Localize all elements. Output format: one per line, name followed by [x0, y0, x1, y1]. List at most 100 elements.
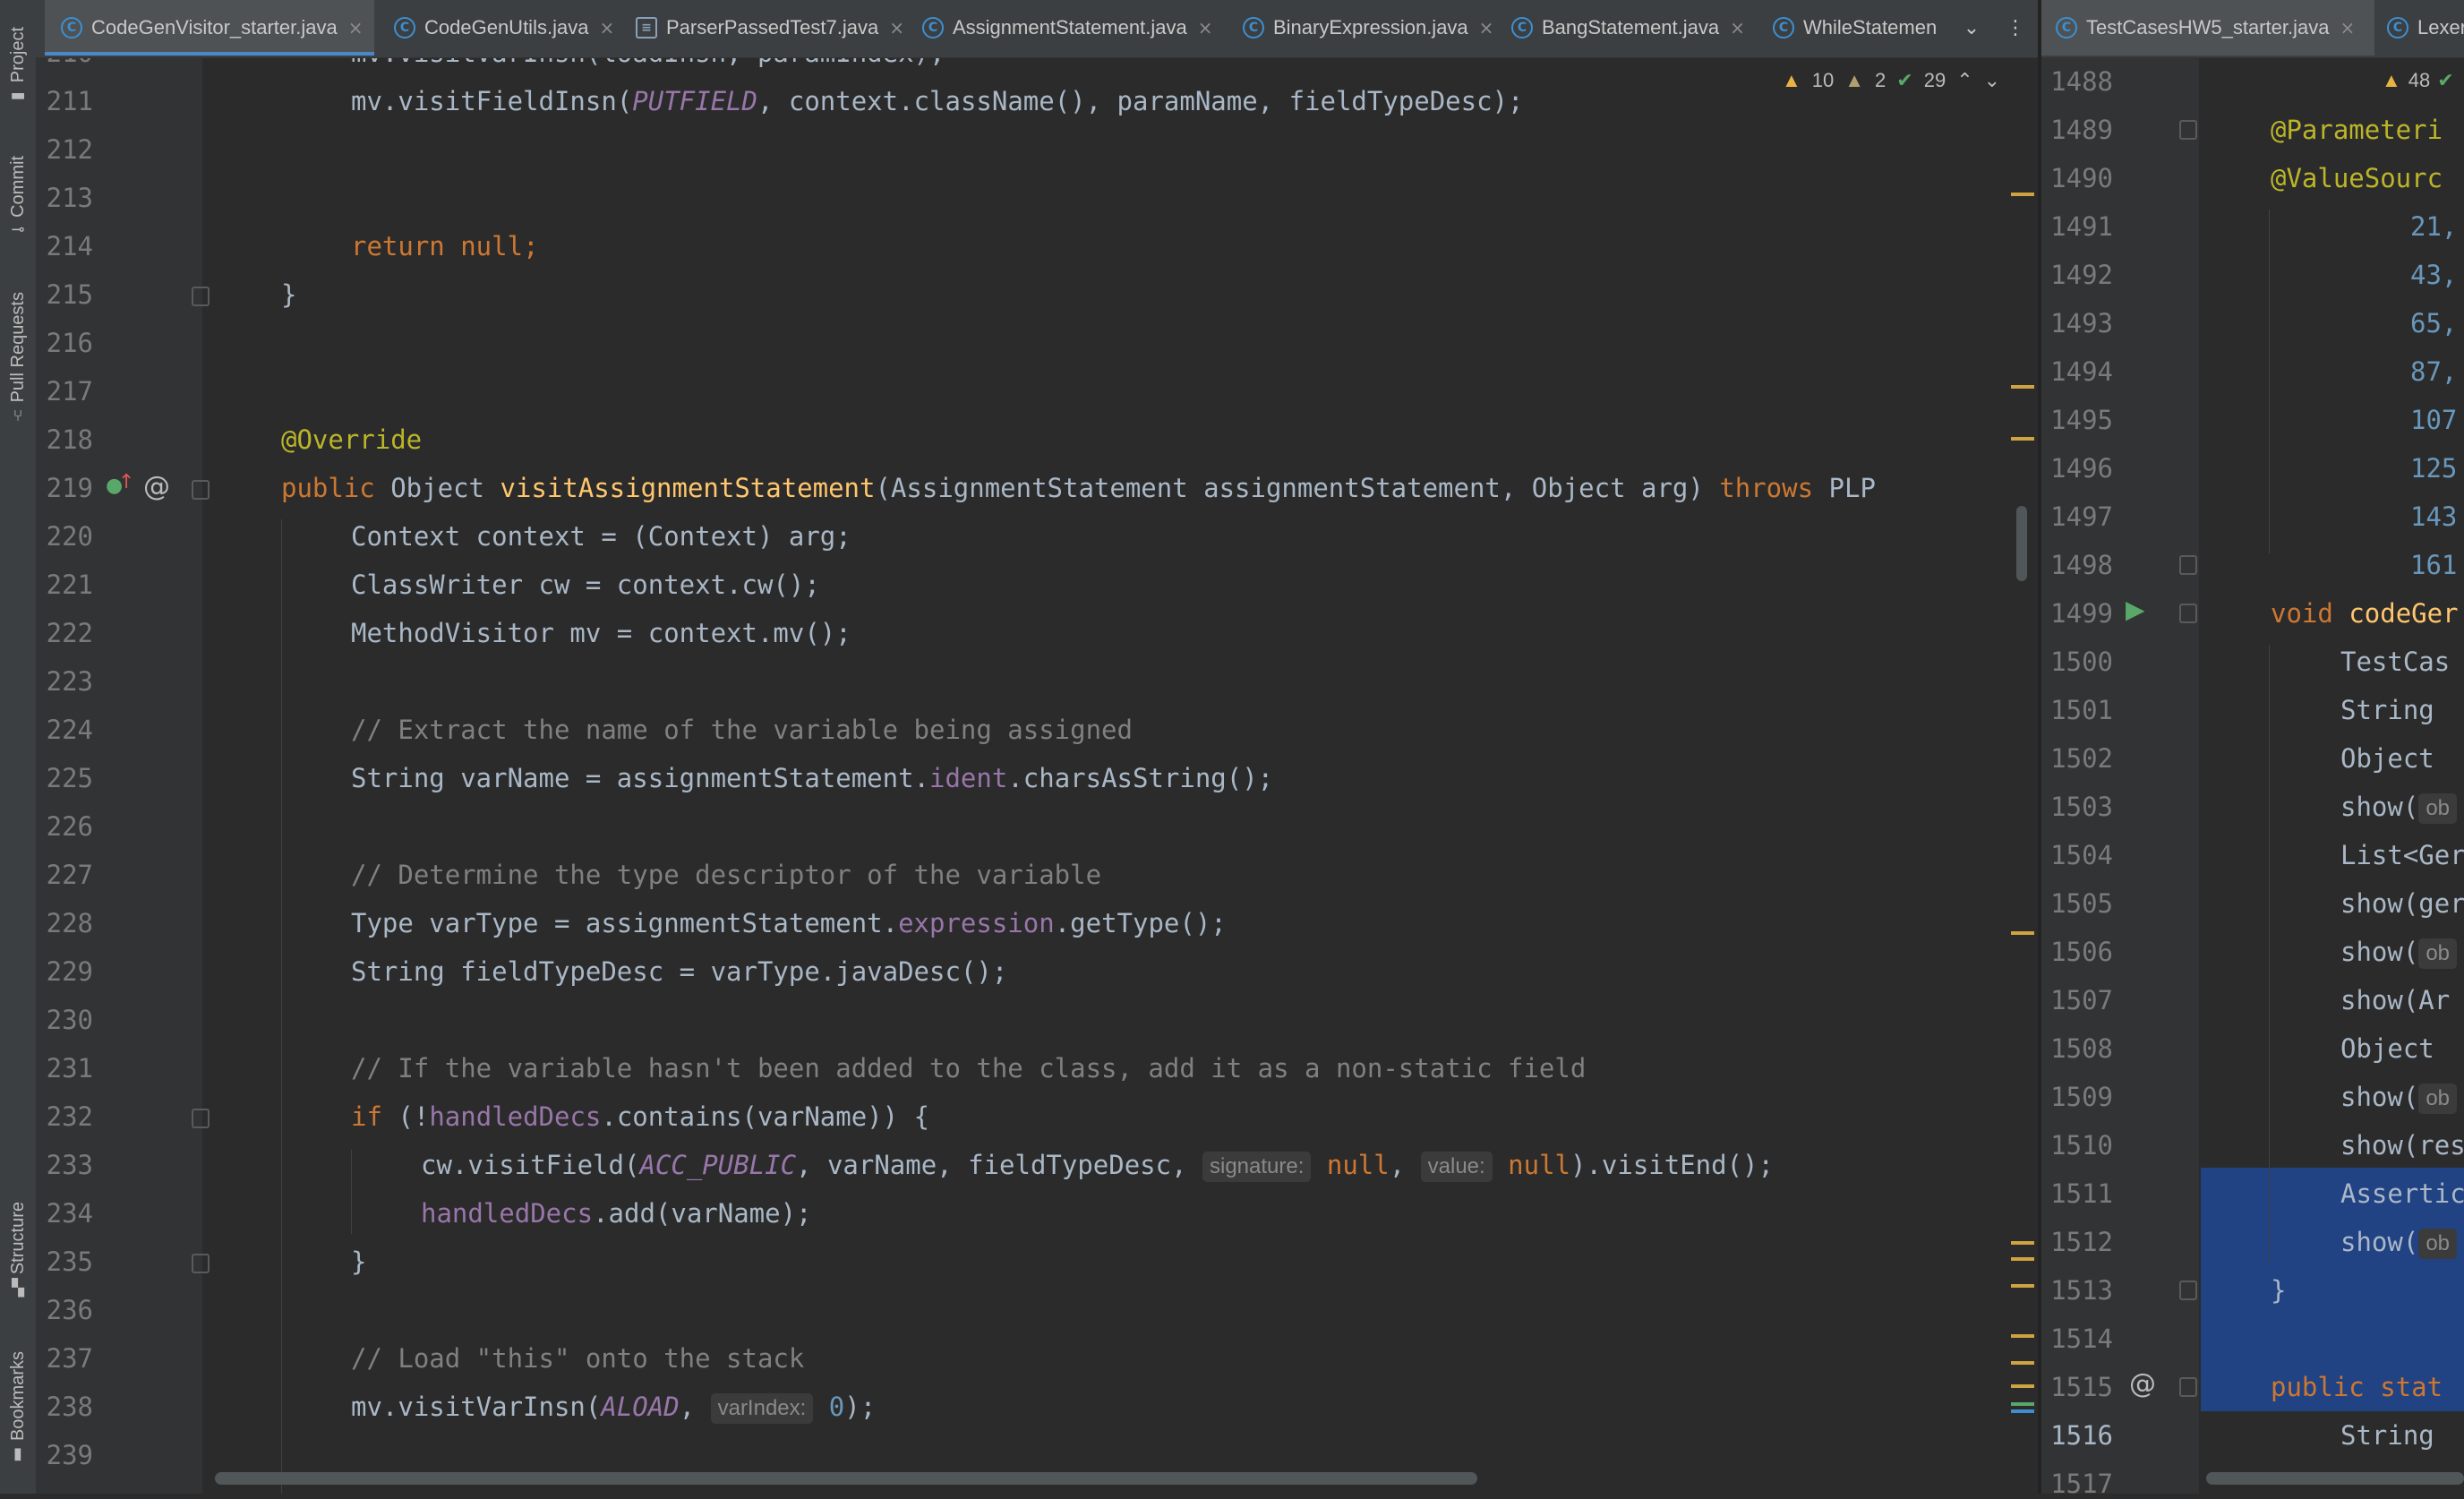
rcode-line-1516[interactable]: String — [2340, 1420, 2450, 1451]
error-stripe-mark[interactable] — [2011, 1257, 2034, 1261]
tab-assignmentstatement[interactable]: C AssignmentStatement.java × — [911, 0, 1212, 56]
close-icon[interactable]: × — [599, 17, 614, 39]
rcode-line-1501[interactable]: String — [2340, 695, 2450, 725]
chevron-up-icon[interactable]: ⌃ — [1956, 69, 1972, 92]
tab-parserpassedtest7[interactable]: ≡ ParserPassedTest7.java × — [625, 0, 904, 56]
tab-overflow-chevron-down-icon[interactable]: ⌄ — [1954, 0, 1989, 56]
inspection-widget-right[interactable]: ▲ 48 ✔ — [2382, 63, 2454, 99]
rcode-line-1510[interactable]: show(res — [2340, 1130, 2464, 1161]
tab-binaryexpression[interactable]: C BinaryExpression.java × — [1232, 0, 1493, 56]
error-stripe-mark[interactable] — [2011, 1334, 2034, 1338]
error-stripe-mark[interactable] — [2011, 1384, 2034, 1388]
error-stripe-mark[interactable] — [2011, 437, 2034, 441]
close-icon[interactable]: × — [2340, 17, 2355, 39]
rcode-line-1503[interactable]: show(ob — [2340, 792, 2458, 824]
run-test-icon[interactable]: ▶ — [2126, 595, 2145, 624]
code-line-229[interactable]: String fieldTypeDesc = varType.javaDesc(… — [351, 956, 1007, 987]
rcode-line-1507[interactable]: show(Ar — [2340, 985, 2450, 1015]
error-stripe-mark[interactable] — [2011, 1361, 2034, 1365]
code-line-221[interactable]: ClassWriter cw = context.cw(); — [351, 570, 820, 600]
error-stripe-mark[interactable] — [2011, 1284, 2034, 1288]
fold-start-icon[interactable] — [2179, 604, 2197, 623]
fold-start-icon[interactable] — [2179, 1377, 2197, 1397]
horizontal-scrollbar-thumb-right[interactable] — [2206, 1472, 2464, 1485]
toolwindow-commit[interactable]: Commit ⊸ — [0, 143, 36, 251]
rcode-line-1498[interactable]: 161 — [2410, 550, 2457, 580]
close-icon[interactable]: × — [348, 17, 364, 39]
code-line-219[interactable]: public Object visitAssignmentStatement(A… — [281, 473, 1876, 503]
code-line-222[interactable]: MethodVisitor mv = context.mv(); — [351, 618, 851, 648]
code-line-224[interactable]: // Extract the name of the variable bein… — [351, 715, 1133, 745]
rcode-line-1491[interactable]: 21, — [2410, 211, 2457, 242]
tab-codegenutils[interactable]: C CodeGenUtils.java × — [383, 0, 614, 56]
horizontal-scrollbar-thumb[interactable] — [215, 1472, 1477, 1485]
rcode-line-1500[interactable]: TestCas — [2340, 647, 2450, 677]
rcode-line-1496[interactable]: 125 — [2410, 453, 2457, 484]
annotation-at-icon[interactable]: @ — [2129, 1368, 2156, 1400]
code-line-220[interactable]: Context context = (Context) arg; — [351, 521, 851, 552]
code-line-218[interactable]: @Override — [281, 424, 422, 455]
rcode-line-1489[interactable]: @Parameteri — [2271, 115, 2443, 145]
tab-bangstatement[interactable]: C BangStatement.java × — [1501, 0, 1745, 56]
code-line-238[interactable]: mv.visitVarInsn(ALOAD, varIndex: 0); — [351, 1392, 876, 1424]
rcode-line-1493[interactable]: 65, — [2410, 308, 2457, 338]
toolwindow-structure[interactable]: Structure ▚ — [0, 1191, 36, 1307]
rcode-line-1490[interactable]: @ValueSourc — [2271, 163, 2443, 193]
fold-start-icon[interactable] — [2179, 120, 2197, 140]
rcode-line-1508[interactable]: Object — [2340, 1033, 2450, 1064]
rcode-line-1502[interactable]: Object — [2340, 743, 2450, 774]
more-options-icon[interactable]: ⋮ — [2002, 0, 2029, 56]
rcode-line-1504[interactable]: List<Ger — [2340, 840, 2464, 870]
fold-end-icon[interactable] — [2179, 1281, 2197, 1300]
rcode-line-1506[interactable]: show(ob — [2340, 937, 2458, 969]
fold-end-icon[interactable] — [192, 287, 210, 306]
error-stripe-mark[interactable] — [2011, 1402, 2034, 1406]
code-line-228[interactable]: Type varType = assignmentStatement.expre… — [351, 908, 1227, 938]
override-arrow-icon[interactable]: ↑ — [118, 471, 134, 493]
toolwindow-bookmarks[interactable]: Bookmarks ▮ — [0, 1340, 36, 1474]
tab-codegenvisitor-starter[interactable]: C CodeGenVisitor_starter.java × — [45, 0, 374, 56]
close-icon[interactable]: × — [889, 17, 904, 39]
rcode-line-1495[interactable]: 107 — [2410, 405, 2457, 435]
tab-testcaseshw5-starter[interactable]: C TestCasesHW5_starter.java × — [2041, 0, 2374, 56]
tab-whilestatement[interactable]: C WhileStatemen — [1762, 0, 1977, 56]
code-line-233[interactable]: cw.visitField(ACC_PUBLIC, varName, field… — [421, 1150, 1774, 1182]
code-line-225[interactable]: String varName = assignmentStatement.ide… — [351, 763, 1273, 793]
error-stripe-mark[interactable] — [2011, 193, 2034, 196]
error-stripe-mark[interactable] — [2011, 385, 2034, 389]
rcode-line-1512[interactable]: show(ob — [2340, 1227, 2458, 1259]
close-icon[interactable]: × — [1198, 17, 1213, 39]
vertical-scrollbar-thumb[interactable] — [2016, 506, 2027, 581]
code-line-231[interactable]: // If the variable hasn't been added to … — [351, 1053, 1586, 1084]
rcode-line-1494[interactable]: 87, — [2410, 356, 2457, 387]
rcode-line-1513[interactable]: } — [2271, 1275, 2286, 1306]
code-line-232[interactable]: if (!handledDecs.contains(varName)) { — [351, 1101, 929, 1132]
rcode-line-1515[interactable]: public stat — [2271, 1372, 2443, 1402]
error-stripe-mark[interactable] — [2011, 1409, 2034, 1413]
error-stripe-mark[interactable] — [2011, 1241, 2034, 1245]
fold-end-icon[interactable] — [2179, 555, 2197, 575]
close-icon[interactable]: × — [1479, 17, 1494, 39]
fold-start-icon[interactable] — [192, 1109, 210, 1128]
fold-start-icon[interactable] — [192, 480, 210, 500]
code-line-214[interactable]: return null; — [351, 231, 539, 261]
chevron-down-icon[interactable]: ⌄ — [1984, 69, 2000, 92]
tab-lexer[interactable]: C Lexer — [2378, 0, 2464, 56]
rcode-line-1509[interactable]: show(ob — [2340, 1082, 2458, 1114]
code-line-211[interactable]: mv.visitFieldInsn(PUTFIELD, context.clas… — [351, 86, 1523, 116]
fold-end-icon[interactable] — [192, 1254, 210, 1273]
rcode-line-1497[interactable]: 143 — [2410, 501, 2457, 532]
rcode-line-1499[interactable]: void codeGer — [2271, 598, 2459, 629]
rcode-line-1511[interactable]: Assertic — [2340, 1178, 2464, 1209]
code-line-215[interactable]: } — [281, 279, 296, 310]
toolwindow-project[interactable]: Project ▬ — [0, 13, 36, 118]
toolwindow-pull-requests[interactable]: Pull Requests ⑂ — [0, 278, 36, 439]
rcode-line-1505[interactable]: show(ger — [2340, 888, 2464, 919]
inspection-widget[interactable]: ▲ 10 ▲ 2 ✔ 29 ⌃ ⌄ — [1782, 63, 2000, 99]
error-stripe-mark[interactable] — [2011, 931, 2034, 935]
code-line-234[interactable]: handledDecs.add(varName); — [421, 1198, 812, 1229]
close-icon[interactable]: × — [1730, 17, 1745, 39]
code-line-235[interactable]: } — [351, 1246, 366, 1277]
code-line-227[interactable]: // Determine the type descriptor of the … — [351, 860, 1101, 890]
annotation-at-icon[interactable]: @ — [143, 471, 170, 502]
